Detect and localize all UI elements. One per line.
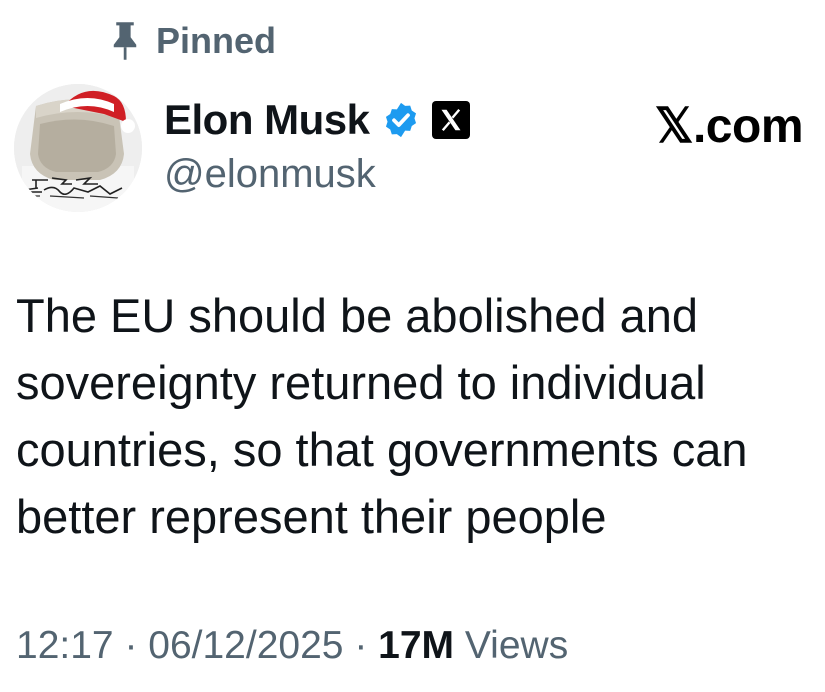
views-count[interactable]: 17M — [378, 624, 454, 667]
pinned-label: Pinned — [156, 20, 277, 61]
author-handle[interactable]: @elonmusk — [164, 152, 376, 197]
tweet-text-line: countries, so that governments can — [16, 423, 748, 476]
tweet-text-line: The EU should be abolished and — [16, 289, 698, 342]
author-name-row: Elon Musk — [164, 96, 470, 144]
author-display-name[interactable]: Elon Musk — [164, 96, 370, 144]
meta-separator: · — [343, 624, 379, 667]
tweet-date[interactable]: 06/12/2025 — [148, 624, 343, 667]
tweet-text-line: better represent their people — [16, 490, 607, 543]
tweet-text: The EU should be abolished and sovereign… — [16, 282, 821, 550]
views-label: Views — [454, 624, 569, 667]
tweet-text-line: sovereignty returned to individual — [16, 356, 706, 409]
meta-separator: · — [113, 624, 149, 667]
watermark-text: 𝕏.com — [654, 100, 804, 153]
pin-icon — [113, 22, 137, 60]
pinned-indicator: Pinned — [110, 20, 276, 62]
tweet-time[interactable]: 12:17 — [16, 624, 114, 667]
tweet-meta: 12:17 · 06/12/2025 · 17M Views — [16, 624, 568, 668]
avatar-image — [14, 84, 142, 212]
x-logo-badge-icon[interactable] — [431, 101, 470, 139]
verified-badge-icon[interactable] — [382, 101, 420, 139]
avatar[interactable] — [14, 84, 142, 212]
